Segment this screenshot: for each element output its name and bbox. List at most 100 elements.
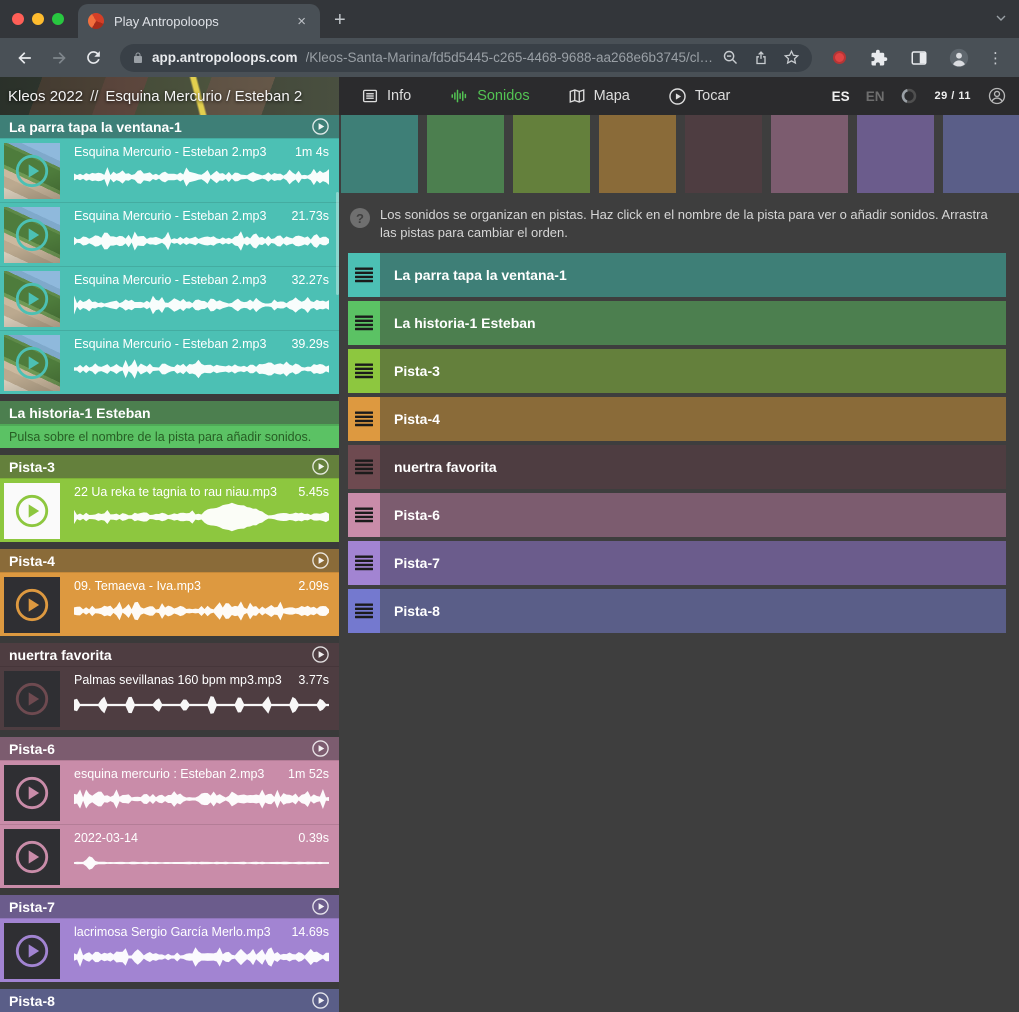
play-track-icon[interactable] <box>311 645 330 664</box>
track-row-1[interactable]: La parra tapa la ventana-1 <box>348 253 1006 297</box>
play-clip-icon[interactable] <box>13 152 51 190</box>
account-icon[interactable] <box>987 86 1007 106</box>
clip-thumbnail[interactable] <box>4 143 60 199</box>
play-clip-icon[interactable] <box>13 280 51 318</box>
audio-clip[interactable]: lacrimosa Sergio García Merlo.mp3 14.69s <box>0 918 339 982</box>
track-row-3[interactable]: Pista-3 <box>348 349 1006 393</box>
reload-button[interactable] <box>78 43 108 73</box>
play-track-icon[interactable] <box>311 991 330 1010</box>
tab-close-icon[interactable]: × <box>293 12 310 31</box>
audio-clip[interactable]: esquina mercurio : Esteban 2.mp3 1m 52s <box>0 760 339 824</box>
audio-clip[interactable]: Esquina Mercurio - Esteban 2.mp3 32.27s <box>0 266 339 330</box>
sidebar-scrollbar[interactable] <box>336 192 339 295</box>
audio-clip[interactable]: Esquina Mercurio - Esteban 2.mp3 21.73s <box>0 202 339 266</box>
track-row-bar[interactable]: Pista-7 <box>380 541 1006 585</box>
audio-clip[interactable]: Esquina Mercurio - Esteban 2.mp3 39.29s <box>0 330 339 394</box>
track-color-swatch-7[interactable] <box>857 115 934 193</box>
track-row-bar[interactable]: Pista-6 <box>380 493 1006 537</box>
track-row-bar[interactable]: Pista-8 <box>380 589 1006 633</box>
track-row-7[interactable]: Pista-7 <box>348 541 1006 585</box>
address-bar[interactable]: app.antropoloops.com /Kleos-Santa-Marina… <box>120 44 812 72</box>
share-icon[interactable] <box>753 49 769 66</box>
track-row-6[interactable]: Pista-6 <box>348 493 1006 537</box>
zoom-out-icon[interactable] <box>722 49 739 66</box>
track-row-bar[interactable]: La parra tapa la ventana-1 <box>380 253 1006 297</box>
bookmark-star-icon[interactable] <box>783 49 800 66</box>
track-color-swatch-6[interactable] <box>771 115 848 193</box>
track-row-2[interactable]: La historia-1 Esteban <box>348 301 1006 345</box>
clip-thumbnail[interactable] <box>4 271 60 327</box>
side-panel-icon[interactable] <box>904 43 934 73</box>
new-tab-button[interactable]: + <box>320 9 360 38</box>
track-color-swatch-5[interactable] <box>685 115 762 193</box>
play-clip-icon[interactable] <box>13 492 51 530</box>
drag-handle[interactable] <box>348 589 380 633</box>
close-window-button[interactable] <box>12 13 24 25</box>
track-color-swatch-4[interactable] <box>599 115 676 193</box>
track-row-8[interactable]: Pista-8 <box>348 589 1006 633</box>
browser-tab[interactable]: Play Antropoloops × <box>78 4 320 38</box>
clip-thumbnail[interactable] <box>4 335 60 391</box>
extensions-puzzle-icon[interactable] <box>864 43 894 73</box>
zoom-window-button[interactable] <box>52 13 64 25</box>
clip-thumbnail[interactable] <box>4 207 60 263</box>
audio-clip[interactable]: 2022-03-14 0.39s <box>0 824 339 888</box>
drag-handle[interactable] <box>348 349 380 393</box>
track-section-header-3[interactable]: Pista-3 <box>0 455 339 478</box>
recording-extension-icon[interactable] <box>824 43 854 73</box>
play-track-icon[interactable] <box>311 739 330 758</box>
audio-clip[interactable]: 09. Temaeva - Iva.mp3 2.09s <box>0 572 339 636</box>
play-track-icon[interactable] <box>311 457 330 476</box>
play-clip-icon[interactable] <box>13 774 51 812</box>
profile-avatar[interactable] <box>944 43 974 73</box>
drag-handle[interactable] <box>348 493 380 537</box>
track-section-header-2[interactable]: La historia-1 Esteban <box>0 401 339 424</box>
tab-mapa[interactable]: Mapa <box>568 87 630 105</box>
track-row-bar[interactable]: nuertra favorita <box>380 445 1006 489</box>
tab-info[interactable]: Info <box>361 87 411 105</box>
track-color-swatch-1[interactable] <box>341 115 418 193</box>
project-hero-image[interactable]: Kleos 2022//Esquina Mercurio / Esteban 2 <box>0 77 339 115</box>
play-track-icon[interactable] <box>311 897 330 916</box>
track-color-swatch-2[interactable] <box>427 115 504 193</box>
drag-handle[interactable] <box>348 253 380 297</box>
track-row-bar[interactable]: Pista-4 <box>380 397 1006 441</box>
clip-thumbnail[interactable] <box>4 671 60 727</box>
track-section-header-5[interactable]: nuertra favorita <box>0 643 339 666</box>
play-clip-icon[interactable] <box>13 216 51 254</box>
chevron-down-icon[interactable] <box>993 10 1009 26</box>
track-section-header-6[interactable]: Pista-6 <box>0 737 339 760</box>
clip-thumbnail[interactable] <box>4 577 60 633</box>
play-clip-icon[interactable] <box>13 344 51 382</box>
track-row-bar[interactable]: Pista-3 <box>380 349 1006 393</box>
drag-handle[interactable] <box>348 541 380 585</box>
track-row-bar[interactable]: La historia-1 Esteban <box>380 301 1006 345</box>
play-clip-icon[interactable] <box>13 932 51 970</box>
clip-thumbnail[interactable] <box>4 923 60 979</box>
track-section-header-4[interactable]: Pista-4 <box>0 549 339 572</box>
track-color-swatch-8[interactable] <box>943 115 1019 193</box>
tab-sonidos[interactable]: Sonidos <box>449 87 529 105</box>
back-button[interactable] <box>10 43 40 73</box>
track-section-header-1[interactable]: La parra tapa la ventana-1 <box>0 115 339 138</box>
audio-clip[interactable]: Palmas sevillanas 160 bpm mp3.mp3 3.77s <box>0 666 339 730</box>
play-track-icon[interactable] <box>311 117 330 136</box>
play-clip-icon[interactable] <box>13 586 51 624</box>
browser-menu-icon[interactable]: ⋮ <box>984 49 1007 67</box>
track-row-5[interactable]: nuertra favorita <box>348 445 1006 489</box>
play-clip-icon[interactable] <box>13 680 51 718</box>
drag-handle[interactable] <box>348 301 380 345</box>
track-color-swatch-3[interactable] <box>513 115 590 193</box>
drag-handle[interactable] <box>348 397 380 441</box>
audio-clip[interactable]: 22 Ua reka te tagnia to rau niau.mp3 5.4… <box>0 478 339 542</box>
minimize-window-button[interactable] <box>32 13 44 25</box>
lang-en[interactable]: EN <box>866 89 885 104</box>
clip-thumbnail[interactable] <box>4 483 60 539</box>
forward-button[interactable] <box>44 43 74 73</box>
play-track-icon[interactable] <box>311 551 330 570</box>
track-section-header-7[interactable]: Pista-7 <box>0 895 339 918</box>
track-row-4[interactable]: Pista-4 <box>348 397 1006 441</box>
clip-thumbnail[interactable] <box>4 829 60 885</box>
play-clip-icon[interactable] <box>13 838 51 876</box>
tab-tocar[interactable]: Tocar <box>668 87 730 106</box>
